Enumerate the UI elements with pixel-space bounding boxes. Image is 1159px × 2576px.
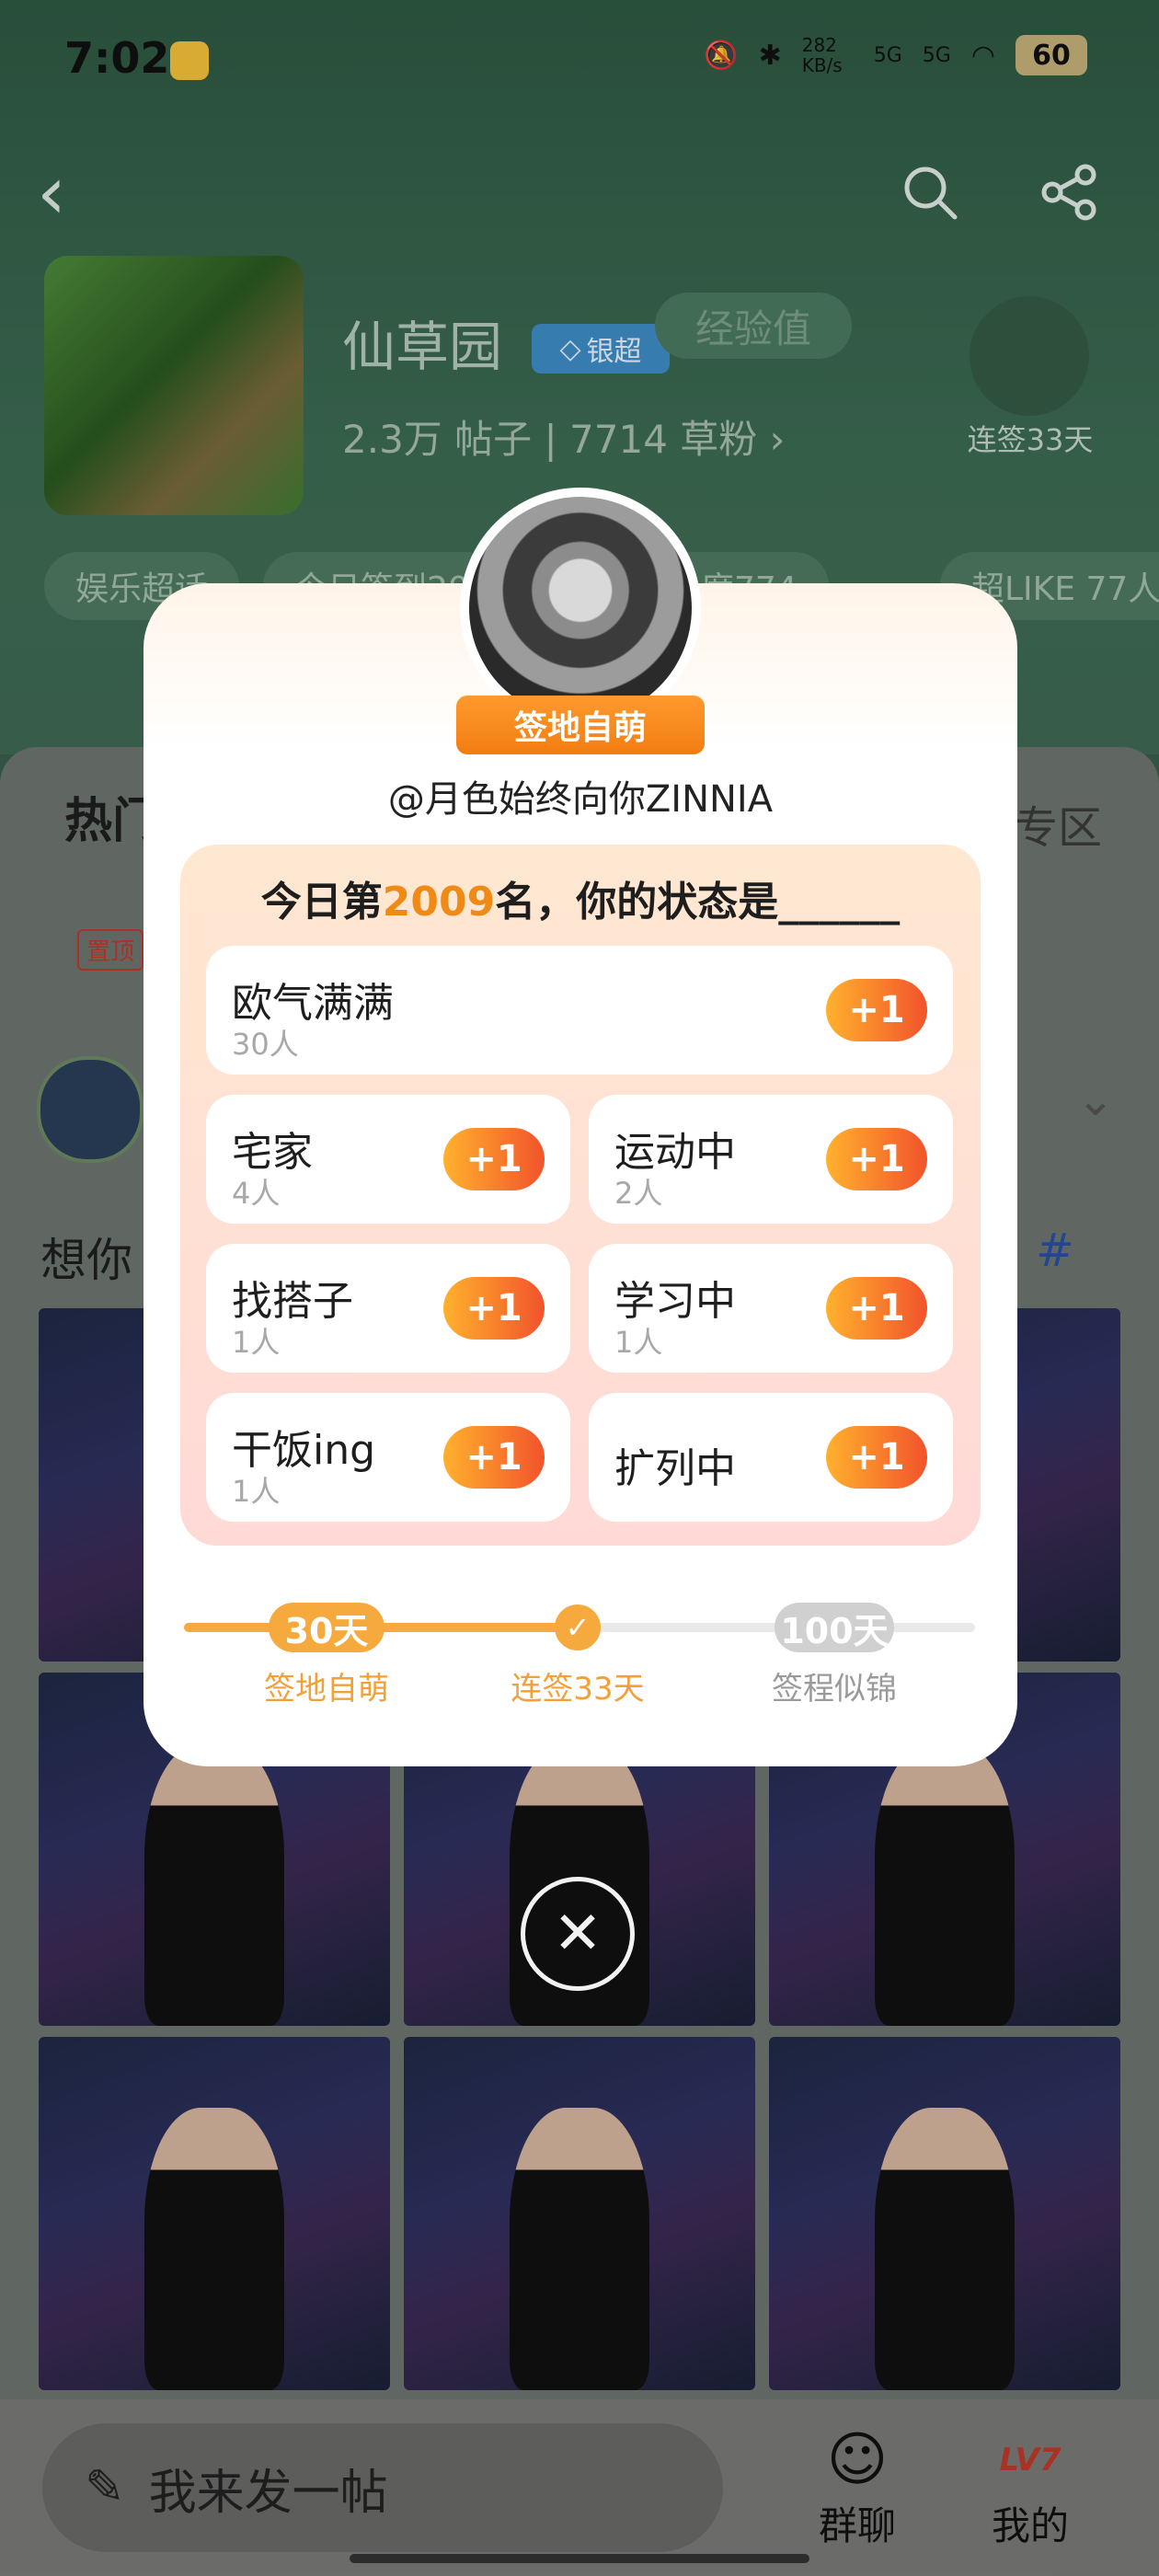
- milestone-middle-label: 连签33天: [511, 1671, 645, 1708]
- status-card[interactable]: 学习中 1人 +1: [589, 1244, 953, 1373]
- plus-one-button[interactable]: +1: [443, 1277, 545, 1340]
- ribbon-title: 签地自萌: [440, 696, 721, 754]
- status-count: 30人: [232, 1027, 299, 1062]
- status-card[interactable]: 干饭ing 1人 +1: [206, 1393, 570, 1522]
- status-card[interactable]: 运动中 2人 +1: [589, 1095, 953, 1224]
- plus-one-button[interactable]: +1: [826, 1128, 927, 1190]
- close-icon[interactable]: ✕: [521, 1877, 635, 1991]
- status-count: 1人: [232, 1325, 281, 1360]
- milestone-30-days: 30天: [269, 1603, 384, 1652]
- check-icon: ✓: [555, 1604, 601, 1650]
- rank-number: 2009: [382, 879, 496, 926]
- status-count: 2人: [614, 1176, 663, 1211]
- status-card[interactable]: 宅家 4人 +1: [206, 1095, 570, 1224]
- rank-title: 今日第2009名，你的状态是______: [180, 868, 981, 927]
- status-label: 欧气满满: [232, 980, 394, 1027]
- status-count: 4人: [232, 1176, 281, 1211]
- milestone-left-label: 签地自萌: [264, 1671, 389, 1708]
- status-count: 1人: [232, 1474, 281, 1509]
- status-card[interactable]: 找搭子 1人 +1: [206, 1244, 570, 1373]
- plus-one-button[interactable]: +1: [826, 979, 927, 1041]
- rank-suffix: 名，你的状态是______: [495, 879, 901, 926]
- plus-one-button[interactable]: +1: [443, 1426, 545, 1489]
- user-avatar: [460, 488, 701, 729]
- status-label: 扩列中: [614, 1445, 736, 1492]
- milestone-right-label: 签程似锦: [772, 1671, 897, 1708]
- status-label: 干饭ing: [232, 1427, 376, 1474]
- status-card[interactable]: 扩列中 +1: [589, 1393, 953, 1522]
- status-label: 宅家: [232, 1129, 313, 1176]
- status-label: 学习中: [614, 1278, 736, 1325]
- plus-one-button[interactable]: +1: [826, 1277, 927, 1340]
- username: @月色始终向你ZINNIA: [387, 778, 774, 821]
- milestone-100-days: 100天: [775, 1603, 894, 1652]
- plus-one-button[interactable]: +1: [443, 1128, 545, 1190]
- status-card[interactable]: 欧气满满 30人 +1: [206, 946, 953, 1075]
- plus-one-button[interactable]: +1: [826, 1426, 927, 1489]
- status-label: 运动中: [614, 1129, 736, 1176]
- status-label: 找搭子: [232, 1278, 353, 1325]
- rank-prefix: 今日第: [260, 879, 383, 926]
- status-count: 1人: [614, 1325, 663, 1360]
